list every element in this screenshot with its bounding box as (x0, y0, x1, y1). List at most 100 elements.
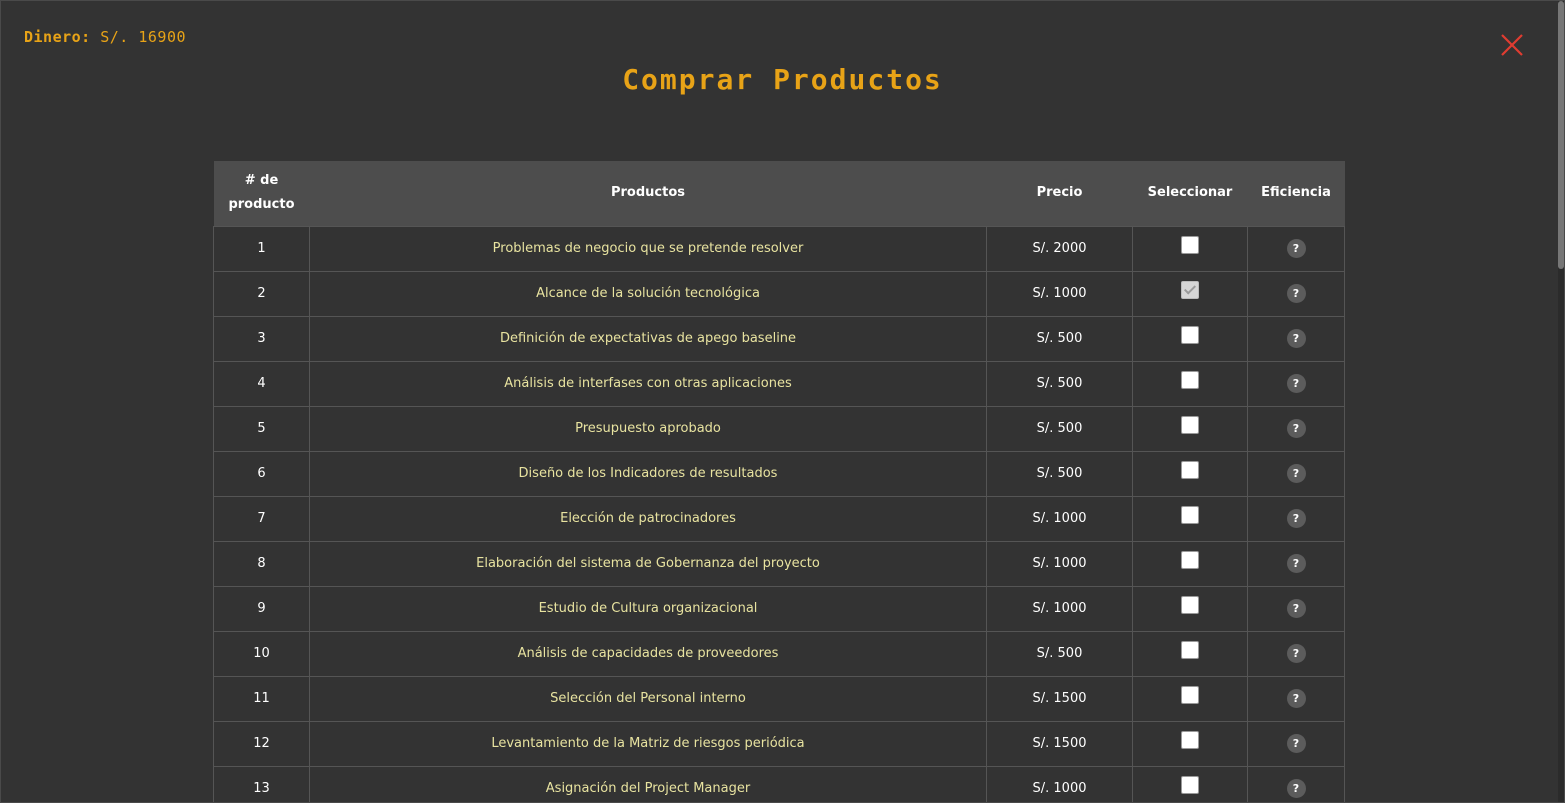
money-display: Dinero: S/. 16900 (24, 28, 186, 46)
product-name: Diseño de los Indicadores de resultados (309, 450, 987, 497)
product-name: Presupuesto aprobado (309, 405, 987, 452)
product-price: S/. 1500 (986, 675, 1133, 722)
product-price: S/. 1500 (986, 720, 1133, 767)
select-cell (1132, 270, 1248, 317)
product-name: Estudio de Cultura organizacional (309, 585, 987, 632)
efficiency-cell: ? (1247, 675, 1345, 722)
efficiency-cell: ? (1247, 540, 1345, 587)
close-x-icon (1501, 34, 1523, 56)
product-name: Alcance de la solución tecnológica (309, 270, 987, 317)
product-name: Asignación del Project Manager (309, 765, 987, 802)
select-checkbox[interactable] (1181, 640, 1199, 659)
select-cell (1132, 225, 1248, 272)
select-checkbox[interactable] (1181, 460, 1199, 479)
select-cell (1132, 720, 1248, 767)
product-number: 10 (213, 630, 310, 677)
select-cell (1132, 315, 1248, 362)
select-cell (1132, 630, 1248, 677)
table-row: 11 Selección del Personal interno S/. 1500… (213, 675, 1345, 722)
help-icon[interactable]: ? (1286, 464, 1306, 483)
table-header-row: # de producto Productos Precio Seleccion… (213, 161, 1345, 226)
column-header-select: Seleccionar (1147, 185, 1233, 201)
select-checkbox[interactable] (1181, 505, 1199, 524)
product-number: 5 (213, 405, 310, 452)
efficiency-cell: ? (1247, 360, 1345, 407)
select-cell (1132, 765, 1248, 802)
product-name: Definición de expectativas de apego base… (309, 315, 987, 362)
money-label: Dinero: (24, 28, 91, 46)
help-icon[interactable]: ? (1286, 554, 1306, 573)
help-icon[interactable]: ? (1286, 779, 1306, 798)
select-checkbox[interactable] (1181, 685, 1199, 704)
select-checkbox[interactable] (1181, 325, 1199, 344)
product-name: Análisis de interfases con otras aplicac… (309, 360, 987, 407)
help-icon[interactable]: ? (1286, 509, 1306, 528)
select-cell (1132, 495, 1248, 542)
products-table-body: 1 Problemas de negocio que se pretende re… (213, 225, 1345, 802)
select-checkbox[interactable] (1181, 550, 1199, 569)
help-icon[interactable]: ? (1286, 329, 1306, 348)
product-price: S/. 500 (986, 450, 1133, 497)
scrollbar-thumb[interactable] (1558, 1, 1564, 269)
select-checkbox[interactable] (1181, 595, 1199, 614)
select-cell (1132, 540, 1248, 587)
help-icon[interactable]: ? (1286, 374, 1306, 393)
products-table: # de producto Productos Precio Seleccion… (213, 161, 1345, 802)
purchase-modal: Dinero: S/. 16900 Comprar Productos # de… (0, 0, 1565, 803)
table-row: 10 Análisis de capacidades de proveedores… (213, 630, 1345, 677)
product-price: S/. 1000 (986, 765, 1133, 802)
help-icon[interactable]: ? (1286, 689, 1306, 708)
select-checkbox[interactable] (1181, 415, 1199, 434)
product-number: 13 (213, 765, 310, 802)
column-header-price: Precio (1036, 185, 1083, 201)
scrollbar[interactable] (1558, 1, 1564, 802)
table-row: 1 Problemas de negocio que se pretende re… (213, 225, 1345, 272)
help-icon[interactable]: ? (1286, 284, 1306, 303)
table-row: 12 Levantamiento de la Matriz de riesgos … (213, 720, 1345, 767)
product-number: 12 (213, 720, 310, 767)
product-number: 1 (213, 225, 310, 272)
product-price: S/. 2000 (986, 225, 1133, 272)
help-icon[interactable]: ? (1286, 734, 1306, 753)
select-cell (1132, 450, 1248, 497)
select-checkbox[interactable] (1181, 235, 1199, 254)
efficiency-cell: ? (1247, 450, 1345, 497)
product-name: Selección del Personal interno (309, 675, 987, 722)
table-row: 3 Definición de expectativas de apego bas… (213, 315, 1345, 362)
select-checkbox[interactable] (1181, 775, 1199, 794)
product-price: S/. 500 (986, 405, 1133, 452)
select-cell (1132, 405, 1248, 452)
efficiency-cell: ? (1247, 315, 1345, 362)
product-price: S/. 500 (986, 360, 1133, 407)
product-number: 8 (213, 540, 310, 587)
efficiency-cell: ? (1247, 765, 1345, 802)
product-number: 7 (213, 495, 310, 542)
efficiency-cell: ? (1247, 630, 1345, 677)
product-price: S/. 1000 (986, 540, 1133, 587)
column-header-number-line1: # de (244, 173, 279, 189)
efficiency-cell: ? (1247, 405, 1345, 452)
select-checkbox[interactable] (1181, 730, 1199, 749)
select-cell (1132, 675, 1248, 722)
product-name: Problemas de negocio que se pretende res… (309, 225, 987, 272)
help-icon[interactable]: ? (1286, 644, 1306, 663)
table-row: 7 Elección de patrocinadores S/. 1000? (213, 495, 1345, 542)
column-header-efficiency: Eficiencia (1261, 185, 1331, 201)
table-row: 4 Análisis de interfases con otras aplica… (213, 360, 1345, 407)
select-checkbox[interactable] (1181, 280, 1199, 299)
table-row: 5 Presupuesto aprobado S/. 500? (213, 405, 1345, 452)
close-button[interactable] (1499, 32, 1525, 58)
product-name: Levantamiento de la Matriz de riesgos pe… (309, 720, 987, 767)
select-checkbox[interactable] (1181, 370, 1199, 389)
page-title: Comprar Productos (622, 63, 943, 96)
help-icon[interactable]: ? (1286, 239, 1306, 258)
column-header-number: # de producto (214, 161, 310, 226)
product-number: 11 (213, 675, 310, 722)
product-price: S/. 1000 (986, 270, 1133, 317)
help-icon[interactable]: ? (1286, 599, 1306, 618)
money-value: S/. 16900 (100, 28, 187, 46)
product-number: 6 (213, 450, 310, 497)
product-name: Elección de patrocinadores (309, 495, 987, 542)
help-icon[interactable]: ? (1286, 419, 1306, 438)
table-row: 9 Estudio de Cultura organizacional S/. 10… (213, 585, 1345, 632)
